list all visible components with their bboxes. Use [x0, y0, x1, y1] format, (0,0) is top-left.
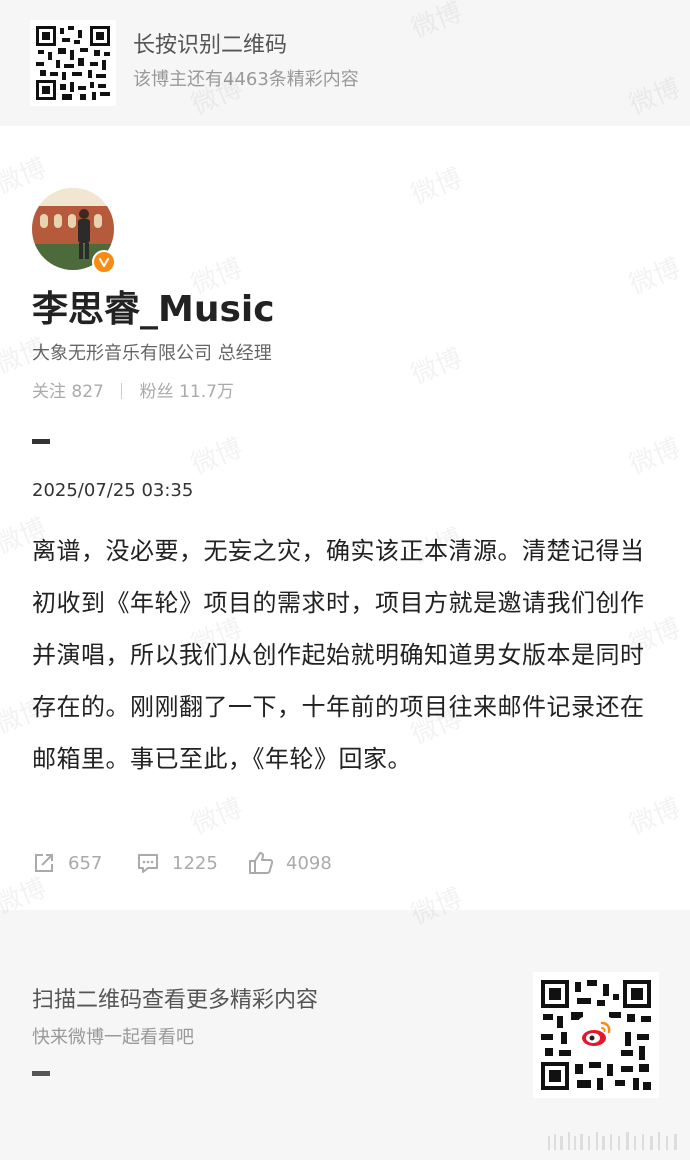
like-button[interactable]: 4098	[248, 846, 332, 880]
qr-code-small[interactable]	[30, 20, 116, 106]
footer-watermark-stripes	[548, 1132, 677, 1150]
comment-icon	[138, 854, 158, 873]
followers-label: 粉丝	[139, 382, 174, 402]
footer-subtitle: 快来微博一起看看吧	[32, 1027, 194, 1048]
qr-banner: 长按识别二维码 该博主还有4463条精彩内容	[0, 0, 690, 126]
like-icon	[249, 852, 274, 874]
post-timestamp: 2025/07/25 03:35	[32, 480, 194, 501]
following-count[interactable]: 827	[71, 382, 103, 402]
comment-button[interactable]: 1225	[136, 846, 218, 880]
user-stats: 关注 827 粉丝 11.7万	[32, 379, 234, 405]
post-text: 离谱，没必要，无妄之灾，确实该正本清源。清楚记得当初收到《年轮》项目的需求时，项…	[32, 537, 645, 773]
verified-icon	[92, 250, 116, 274]
stats-divider	[121, 383, 123, 399]
like-count: 4098	[286, 852, 332, 874]
footer-title: 扫描二维码查看更多精彩内容	[32, 988, 319, 1013]
followers-count[interactable]: 11.7万	[179, 382, 234, 402]
repost-button[interactable]: 657	[32, 846, 102, 880]
comment-count: 1225	[172, 852, 218, 874]
divider-mark	[32, 439, 50, 444]
weibo-logo-icon	[578, 1017, 614, 1053]
qr-banner-subtitle: 该博主还有4463条精彩内容	[133, 69, 359, 90]
footer-divider-mark	[32, 1071, 50, 1076]
repost-count: 657	[68, 852, 103, 874]
repost-icon	[35, 854, 53, 872]
user-description: 大象无形音乐有限公司 总经理	[32, 343, 272, 364]
qr-banner-title: 长按识别二维码	[133, 33, 288, 58]
following-label: 关注	[32, 382, 66, 402]
user-name[interactable]: 李思睿_Music	[32, 286, 275, 334]
